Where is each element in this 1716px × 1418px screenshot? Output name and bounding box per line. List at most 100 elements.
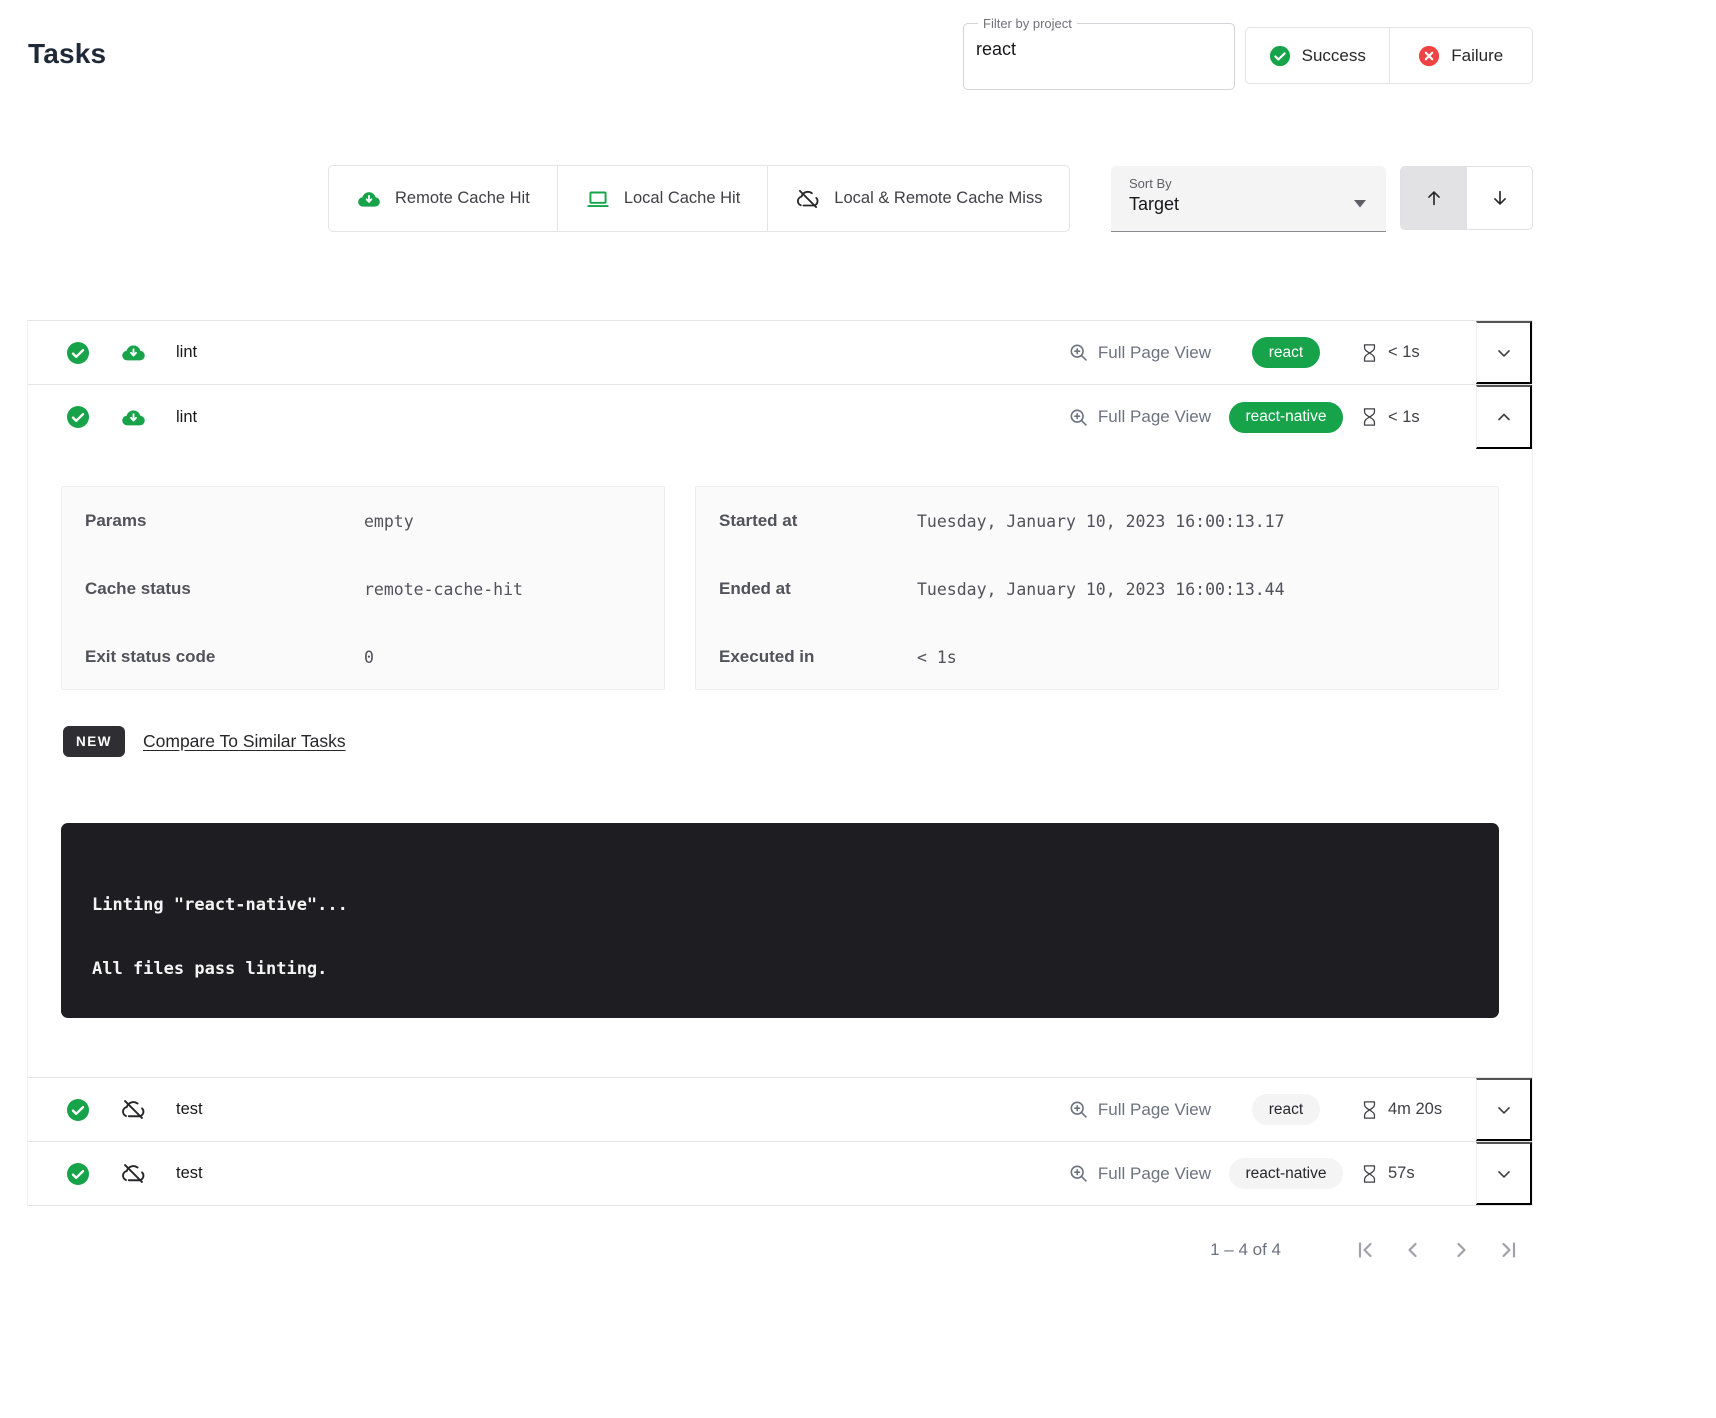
first-page-button[interactable] <box>1341 1230 1389 1270</box>
terminal-output: Linting "react-native"... All files pass… <box>61 823 1499 1018</box>
params-label: Params <box>62 511 364 531</box>
task-params-panel: Params empty Cache status remote-cache-h… <box>61 486 665 690</box>
full-page-view-link[interactable]: Full Page View <box>1068 342 1211 363</box>
cache-miss-label: Local & Remote Cache Miss <box>834 189 1042 208</box>
task-duration: < 1s <box>1388 408 1420 427</box>
task-name: test <box>176 1164 203 1183</box>
cloud-slash-icon <box>795 186 821 212</box>
remote-cache-hit-label: Remote Cache Hit <box>395 189 530 208</box>
task-row-test-react-native[interactable]: test Full Page View react-native 57s <box>28 1142 1532 1206</box>
success-filter-label: Success <box>1302 46 1366 66</box>
last-page-button[interactable] <box>1485 1230 1533 1270</box>
project-badge[interactable]: react <box>1252 337 1320 368</box>
new-badge: NEW <box>63 726 125 757</box>
project-badge[interactable]: react-native <box>1229 1158 1344 1189</box>
task-timing-panel: Started at Tuesday, January 10, 2023 16:… <box>695 486 1499 690</box>
success-filter-button[interactable]: Success <box>1246 28 1389 83</box>
sort-by-label: Sort By <box>1129 176 1368 191</box>
task-name: lint <box>176 343 197 362</box>
cloud-slash-icon <box>120 1160 147 1187</box>
full-page-view-link[interactable]: Full Page View <box>1068 407 1211 428</box>
sort-direction-group <box>1400 166 1533 230</box>
full-page-view-link[interactable]: Full Page View <box>1068 1099 1211 1120</box>
pagination-range: 1 – 4 of 4 <box>1210 1240 1281 1260</box>
task-details: Params empty Cache status remote-cache-h… <box>28 486 1532 1077</box>
collapse-row-button[interactable] <box>1476 385 1532 449</box>
cloud-download-icon <box>120 339 147 366</box>
project-badge[interactable]: react-native <box>1229 402 1344 433</box>
sort-ascending-button[interactable] <box>1401 167 1467 229</box>
page-title: Tasks <box>28 38 106 70</box>
cache-status-value: remote-cache-hit <box>364 580 523 599</box>
success-check-icon <box>66 1162 90 1186</box>
full-page-view-label: Full Page View <box>1098 1164 1211 1184</box>
cloud-download-icon <box>120 404 147 431</box>
failure-x-icon <box>1418 45 1440 67</box>
failure-filter-button[interactable]: Failure <box>1389 28 1533 83</box>
success-check-icon <box>66 341 90 365</box>
cloud-slash-icon <box>120 1096 147 1123</box>
exit-status-code-label: Exit status code <box>62 647 364 667</box>
chevron-up-icon <box>1494 407 1514 427</box>
executed-in-label: Executed in <box>696 647 917 667</box>
zoom-in-icon <box>1068 1099 1089 1120</box>
started-at-value: Tuesday, January 10, 2023 16:00:13.17 <box>917 512 1285 531</box>
status-filter-group: Success Failure <box>1245 27 1533 84</box>
full-page-view-label: Full Page View <box>1098 1100 1211 1120</box>
params-value: empty <box>364 512 414 531</box>
success-check-icon <box>1269 45 1291 67</box>
expand-row-button[interactable] <box>1476 1078 1532 1141</box>
laptop-icon <box>585 186 611 212</box>
hourglass-icon <box>1361 1100 1378 1120</box>
terminal-line: Linting "react-native"... <box>92 895 1499 915</box>
executed-in-value: < 1s <box>917 648 957 667</box>
remote-cache-hit-filter-button[interactable]: Remote Cache Hit <box>329 166 557 231</box>
chevron-left-icon <box>1401 1238 1425 1262</box>
sort-by-select[interactable]: Sort By Target <box>1111 166 1386 232</box>
chevron-right-icon <box>1449 1238 1473 1262</box>
project-filter-label: Filter by project <box>978 16 1077 31</box>
full-page-view-label: Full Page View <box>1098 343 1211 363</box>
project-badge[interactable]: react <box>1252 1094 1320 1125</box>
hourglass-icon <box>1361 1164 1378 1184</box>
sort-descending-button[interactable] <box>1467 167 1532 229</box>
expand-row-button[interactable] <box>1476 1142 1532 1205</box>
success-check-icon <box>66 405 90 429</box>
exit-status-code-value: 0 <box>364 648 374 667</box>
compare-to-similar-tasks-link[interactable]: Compare To Similar Tasks <box>143 731 346 752</box>
cloud-download-icon <box>356 186 382 212</box>
project-filter-field[interactable]: Filter by project <box>963 16 1235 90</box>
task-name: lint <box>176 408 197 427</box>
task-duration: 4m 20s <box>1388 1100 1442 1119</box>
expand-row-button[interactable] <box>1476 321 1532 384</box>
task-row-lint-react-native[interactable]: lint Full Page View react-native <box>28 385 1532 449</box>
task-duration: < 1s <box>1388 343 1420 362</box>
arrow-down-icon <box>1489 187 1511 209</box>
ended-at-label: Ended at <box>696 579 917 599</box>
caret-down-icon <box>1354 195 1366 213</box>
chevron-down-icon <box>1494 1164 1514 1184</box>
last-page-icon <box>1497 1238 1521 1262</box>
local-cache-hit-filter-button[interactable]: Local Cache Hit <box>557 166 767 231</box>
task-row-lint-react-native-expanded: lint Full Page View react-native <box>28 385 1532 1078</box>
sort-by-value: Target <box>1129 194 1368 215</box>
task-list: lint Full Page View react < 1s <box>27 320 1533 1206</box>
project-filter-input[interactable] <box>976 39 1222 60</box>
full-page-view-link[interactable]: Full Page View <box>1068 1163 1211 1184</box>
terminal-line: All files pass linting. <box>92 959 1499 979</box>
zoom-in-icon <box>1068 1163 1089 1184</box>
task-row-test-react[interactable]: test Full Page View react 4m 20s <box>28 1078 1532 1142</box>
failure-filter-label: Failure <box>1451 46 1503 66</box>
zoom-in-icon <box>1068 407 1089 428</box>
arrow-up-icon <box>1423 187 1445 209</box>
pagination: 1 – 4 of 4 <box>1210 1230 1533 1270</box>
cache-miss-filter-button[interactable]: Local & Remote Cache Miss <box>767 166 1069 231</box>
started-at-label: Started at <box>696 511 917 531</box>
task-name: test <box>176 1100 203 1119</box>
next-page-button[interactable] <box>1437 1230 1485 1270</box>
previous-page-button[interactable] <box>1389 1230 1437 1270</box>
hourglass-icon <box>1361 407 1378 427</box>
hourglass-icon <box>1361 343 1378 363</box>
success-check-icon <box>66 1098 90 1122</box>
task-row-lint-react[interactable]: lint Full Page View react < 1s <box>28 321 1532 385</box>
